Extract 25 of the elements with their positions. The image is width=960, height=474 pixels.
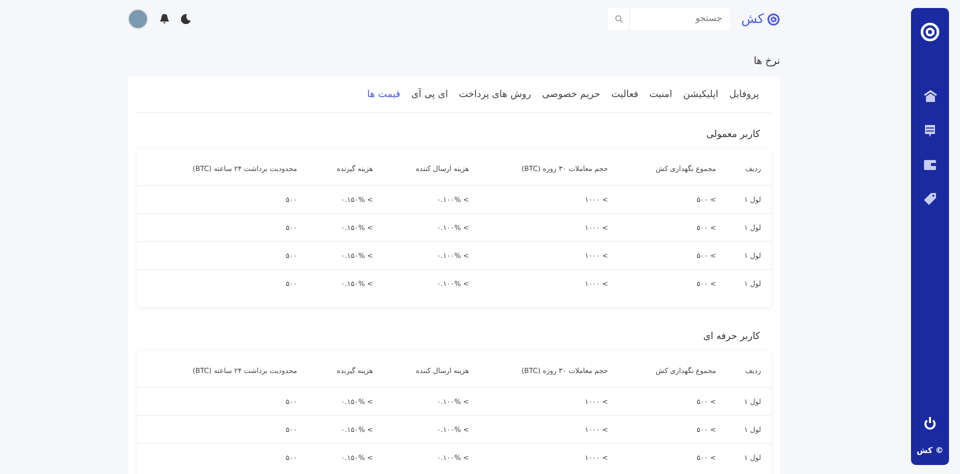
search-icon[interactable] — [614, 15, 623, 23]
home-icon[interactable] — [924, 90, 936, 102]
tab[interactable]: امنیت — [649, 86, 672, 102]
document-list-icon[interactable] — [925, 125, 935, 137]
page-title: نرخ ها — [752, 56, 780, 67]
tab[interactable]: حریم خصوصی — [542, 86, 600, 102]
power-icon[interactable] — [924, 417, 936, 430]
tab[interactable]: فعالیت — [611, 86, 638, 102]
search-field[interactable]: جستجو — [630, 8, 730, 30]
section-title: کاربر حرفه ای — [702, 330, 761, 344]
bell-icon[interactable] — [160, 14, 169, 24]
tab[interactable]: پروفایل — [729, 86, 759, 102]
moon-icon[interactable] — [181, 14, 191, 24]
wallet-icon[interactable] — [924, 160, 936, 170]
tab[interactable]: اپلیکیشن — [683, 86, 718, 102]
section-title: کاربر معمولی — [705, 128, 761, 142]
tag-icon[interactable] — [924, 193, 936, 205]
tab[interactable]: قیمت ها — [367, 86, 400, 102]
avatar[interactable] — [128, 9, 148, 29]
at-logo-icon — [920, 22, 940, 42]
at-logo-icon — [767, 12, 780, 26]
logo-text: کش — [741, 12, 764, 26]
copyright-text: © کش — [916, 446, 944, 455]
tab[interactable]: ای پی آی — [411, 86, 448, 102]
tab[interactable]: روش های پرداخت — [459, 86, 532, 102]
